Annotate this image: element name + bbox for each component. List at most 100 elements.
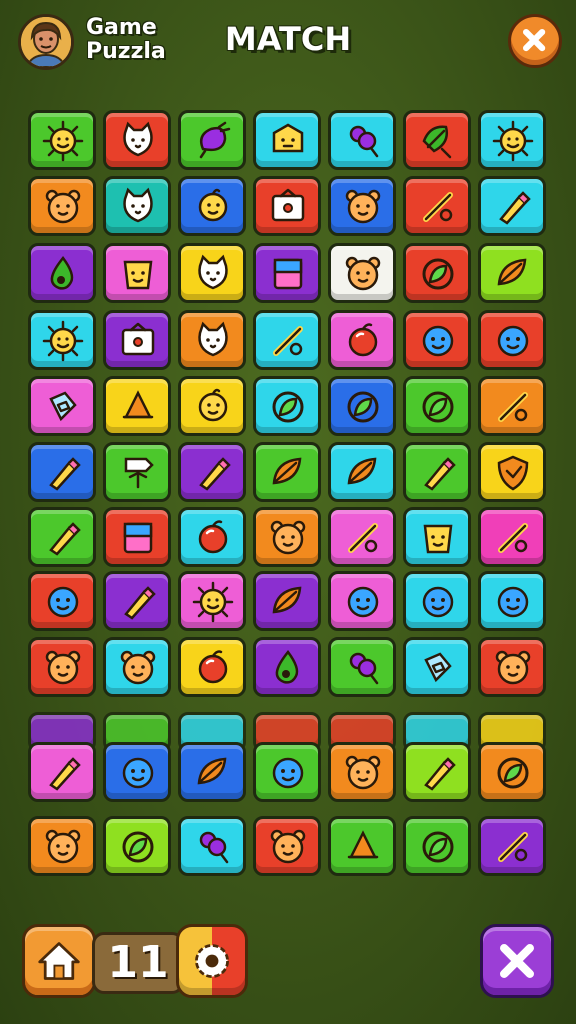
cat-face-icon <box>123 187 153 223</box>
tile-eggplant[interactable] <box>178 110 246 170</box>
tile-leaf[interactable] <box>178 742 246 802</box>
tile-sign[interactable] <box>103 442 171 502</box>
tile-drop[interactable] <box>253 637 321 697</box>
tile-cone[interactable] <box>328 816 396 876</box>
tile-leaf-ring[interactable] <box>478 742 546 802</box>
ball-face-icon <box>347 586 379 618</box>
tile-bear-face[interactable] <box>28 176 96 236</box>
tile-stick[interactable] <box>328 507 396 567</box>
stick-icon <box>273 326 303 356</box>
gear-icon <box>195 944 229 978</box>
tile-sun-face[interactable] <box>28 110 96 170</box>
tile-cone[interactable] <box>103 376 171 436</box>
level-counter: 11 <box>92 932 184 994</box>
tile-pencil[interactable] <box>28 442 96 502</box>
tile-leaf[interactable] <box>478 243 546 303</box>
tile-leaf-ring[interactable] <box>328 376 396 436</box>
tile-shield[interactable] <box>478 442 546 502</box>
tile-cat-face[interactable] <box>103 110 171 170</box>
tile-ball-face[interactable] <box>403 571 471 631</box>
tile-ball-face[interactable] <box>253 742 321 802</box>
tile-ball-face[interactable] <box>478 310 546 370</box>
tile-tv-box[interactable] <box>103 310 171 370</box>
tile-bear-face[interactable] <box>328 243 396 303</box>
cat-face-icon <box>198 254 228 290</box>
tile-leaf-ring[interactable] <box>403 376 471 436</box>
tile-stick[interactable] <box>478 376 546 436</box>
tv-box-icon <box>121 322 155 356</box>
tile-stick[interactable] <box>478 816 546 876</box>
tile-bear-face[interactable] <box>253 816 321 876</box>
tile-sun-face[interactable] <box>478 110 546 170</box>
tile-cat-face[interactable] <box>178 243 246 303</box>
tile-leaf[interactable] <box>253 442 321 502</box>
tile-ball-face[interactable] <box>478 571 546 631</box>
tile-ball[interactable] <box>328 310 396 370</box>
tile-grape-pop[interactable] <box>328 110 396 170</box>
tile-leaf[interactable] <box>328 442 396 502</box>
tile-pencil[interactable] <box>403 442 471 502</box>
tile-sun-face[interactable] <box>178 571 246 631</box>
tile-ball[interactable] <box>178 507 246 567</box>
tile-duck-face[interactable] <box>178 176 246 236</box>
tile-cat-face[interactable] <box>103 176 171 236</box>
tile-leaf-pop[interactable] <box>403 110 471 170</box>
drop-icon <box>275 649 299 684</box>
tile-bear-face[interactable] <box>328 742 396 802</box>
tile-stick[interactable] <box>253 310 321 370</box>
home-button[interactable] <box>22 924 96 998</box>
tile-square-block[interactable] <box>253 243 321 303</box>
tile-pencil[interactable] <box>403 742 471 802</box>
tile-bear-face[interactable] <box>478 637 546 697</box>
leaf-ring-icon <box>422 831 454 863</box>
settings-button[interactable] <box>176 924 248 998</box>
tile-bear-face[interactable] <box>253 507 321 567</box>
tile-box-face[interactable] <box>253 110 321 170</box>
tile-bear-face[interactable] <box>28 637 96 697</box>
box-face-icon <box>272 123 304 153</box>
leaf-icon <box>347 457 377 485</box>
tile-ball-face[interactable] <box>103 742 171 802</box>
tile-leaf-ring[interactable] <box>253 376 321 436</box>
tile-pencil[interactable] <box>178 442 246 502</box>
tile-grape-pop[interactable] <box>328 637 396 697</box>
bear-face-icon <box>120 650 156 685</box>
tile-bear-face[interactable] <box>28 816 96 876</box>
bear-face-icon <box>345 256 381 291</box>
stick-icon <box>348 523 378 553</box>
tile-leaf-ring[interactable] <box>403 243 471 303</box>
tile-leaf-ring[interactable] <box>403 816 471 876</box>
cone-icon <box>122 390 154 419</box>
tile-pencil[interactable] <box>28 742 96 802</box>
tile-note[interactable] <box>28 376 96 436</box>
close-bottom-button[interactable] <box>480 924 554 998</box>
tile-tv-box[interactable] <box>253 176 321 236</box>
tile-pencil[interactable] <box>103 571 171 631</box>
stick-icon <box>423 192 453 222</box>
tile-bear-face[interactable] <box>103 637 171 697</box>
tile-leaf[interactable] <box>253 571 321 631</box>
tile-drop[interactable] <box>28 243 96 303</box>
tile-cup-face[interactable] <box>403 507 471 567</box>
tile-pencil[interactable] <box>478 176 546 236</box>
tile-ball-face[interactable] <box>328 571 396 631</box>
tile-sun-face[interactable] <box>28 310 96 370</box>
tile-duck-face[interactable] <box>178 376 246 436</box>
tile-ball[interactable] <box>178 637 246 697</box>
tile-stick[interactable] <box>478 507 546 567</box>
tile-leaf-ring[interactable] <box>103 816 171 876</box>
tile-note[interactable] <box>403 637 471 697</box>
tile-square-block[interactable] <box>103 507 171 567</box>
tile-ball-face[interactable] <box>403 310 471 370</box>
tile-grape-pop[interactable] <box>178 816 246 876</box>
tile-bear-face[interactable] <box>328 176 396 236</box>
tile-stick[interactable] <box>403 176 471 236</box>
tile-pencil[interactable] <box>28 507 96 567</box>
tile-cup-face[interactable] <box>103 243 171 303</box>
leaf-ring-icon <box>497 757 529 789</box>
shield-icon <box>497 455 529 491</box>
close-icon <box>500 944 534 978</box>
tile-ball-face[interactable] <box>28 571 96 631</box>
ball-icon <box>348 323 378 357</box>
tile-cat-face[interactable] <box>178 310 246 370</box>
